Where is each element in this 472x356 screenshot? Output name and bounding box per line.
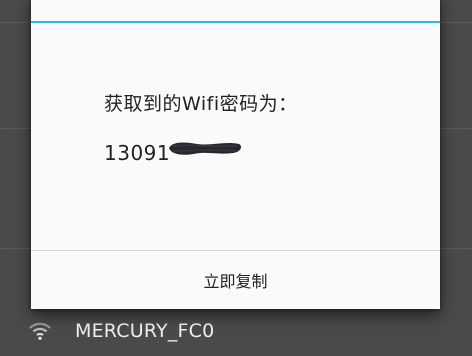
dialog-title-divider xyxy=(31,21,440,23)
wifi-ssid-label: MERCURY_FC0 xyxy=(75,320,215,342)
list-divider xyxy=(440,128,472,129)
wifi-icon xyxy=(29,322,51,340)
list-divider xyxy=(440,248,472,249)
copy-now-button[interactable]: 立即复制 xyxy=(31,251,440,309)
list-divider xyxy=(0,248,30,249)
list-divider xyxy=(440,22,472,23)
list-divider xyxy=(0,128,30,129)
wifi-password-dialog: 获取到的Wifi密码为： 13091 立即复制 xyxy=(31,0,440,309)
wifi-list-item[interactable]: MERCURY_FC0 xyxy=(0,308,472,356)
wifi-password-text: 13091 xyxy=(104,141,171,165)
redaction-scribble xyxy=(169,142,241,155)
dialog-message: 获取到的Wifi密码为： xyxy=(104,93,298,115)
dialog-title-area xyxy=(31,0,440,21)
list-divider xyxy=(0,22,30,23)
